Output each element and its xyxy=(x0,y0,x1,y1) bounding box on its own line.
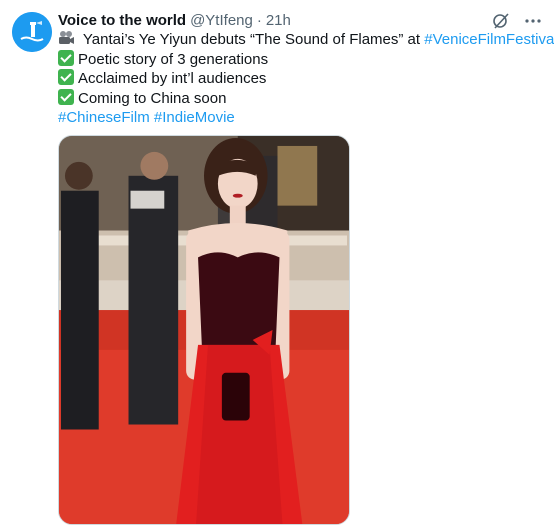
lighthouse-logo-icon xyxy=(12,12,52,52)
tweet-line-1: Yantai’s Ye Yiyun debuts “The Sound of F… xyxy=(58,30,554,50)
header-actions xyxy=(492,12,542,30)
check-mark-button-icon xyxy=(58,69,74,85)
bullet-item: Acclaimed by int’l audiences xyxy=(58,69,548,89)
check-mark-button-icon xyxy=(58,49,74,66)
hashtag-venice[interactable]: #VeniceFilmFestival xyxy=(424,31,554,48)
hashtags-line: #ChineseFilm #IndieMovie xyxy=(58,108,548,128)
more-icon[interactable] xyxy=(524,12,542,30)
tweet-header: Voice to the world @YtIfeng · 21h xyxy=(58,11,542,31)
tweet-photo[interactable] xyxy=(58,135,350,525)
movie-camera-icon xyxy=(58,30,75,46)
author-handle[interactable]: @YtIfeng xyxy=(190,11,253,31)
hashtag-indiemovie[interactable]: #IndieMovie xyxy=(154,109,235,126)
bullet-text: Poetic story of 3 generations xyxy=(78,50,269,68)
bullet-text: Coming to China soon xyxy=(78,89,227,107)
bullet-item: Poetic story of 3 generations xyxy=(58,49,548,70)
bullet-text: Acclaimed by int’l audiences xyxy=(78,70,267,87)
check-mark-button-icon xyxy=(58,88,74,105)
tweet-text: Yantai’s Ye Yiyun debuts “The Sound of F… xyxy=(58,30,554,128)
author-display-name[interactable]: Voice to the world xyxy=(58,11,186,31)
separator-dot: · xyxy=(256,12,262,29)
red-carpet-photo-image xyxy=(59,136,349,524)
tweet-timestamp[interactable]: 21h xyxy=(266,11,291,31)
author-avatar[interactable] xyxy=(12,12,52,52)
grok-icon[interactable] xyxy=(492,12,510,30)
hashtag-chinesefilm[interactable]: #ChineseFilm xyxy=(58,109,150,126)
tweet-line-1-text: Yantai’s Ye Yiyun debuts “The Sound of F… xyxy=(79,31,425,48)
bullet-item: Coming to China soon xyxy=(58,88,548,109)
